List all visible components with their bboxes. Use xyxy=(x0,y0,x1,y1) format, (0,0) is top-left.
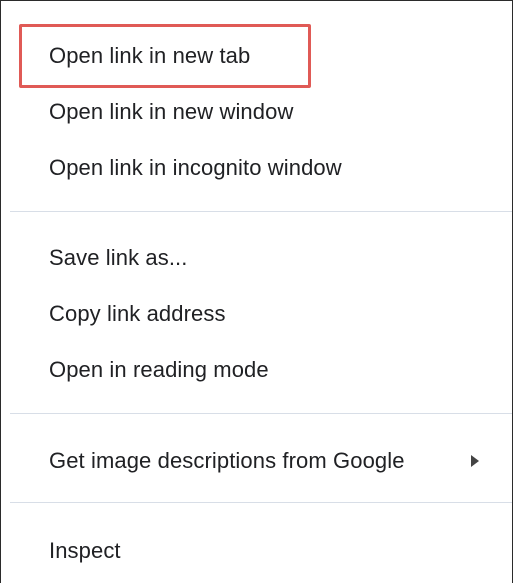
chevron-right-icon xyxy=(471,455,479,467)
menu-item-label: Get image descriptions from Google xyxy=(49,448,405,473)
menu-item-label: Inspect xyxy=(49,538,121,563)
menu-separator xyxy=(10,502,512,503)
menu-item-open-link-new-window[interactable]: Open link in new window xyxy=(1,84,512,140)
menu-item-inspect[interactable]: Inspect xyxy=(1,523,512,579)
menu-item-label: Save link as... xyxy=(49,245,188,270)
menu-item-label: Copy link address xyxy=(49,301,226,326)
menu-separator xyxy=(10,413,512,414)
menu-item-label: Open in reading mode xyxy=(49,357,269,382)
menu-item-open-reading-mode[interactable]: Open in reading mode xyxy=(1,342,512,398)
menu-item-get-image-descriptions[interactable]: Get image descriptions from Google xyxy=(1,433,512,489)
menu-item-label: Open link in new window xyxy=(49,99,294,124)
context-menu: Open link in new tab Open link in new wi… xyxy=(0,0,513,583)
menu-item-copy-link-address[interactable]: Copy link address xyxy=(1,286,512,342)
menu-separator xyxy=(10,211,512,212)
menu-item-label: Open link in incognito window xyxy=(49,155,342,180)
menu-item-open-link-incognito[interactable]: Open link in incognito window xyxy=(1,140,512,196)
menu-item-open-link-new-tab[interactable]: Open link in new tab xyxy=(1,28,512,84)
menu-item-label: Open link in new tab xyxy=(49,43,251,68)
menu-item-save-link-as[interactable]: Save link as... xyxy=(1,230,512,286)
